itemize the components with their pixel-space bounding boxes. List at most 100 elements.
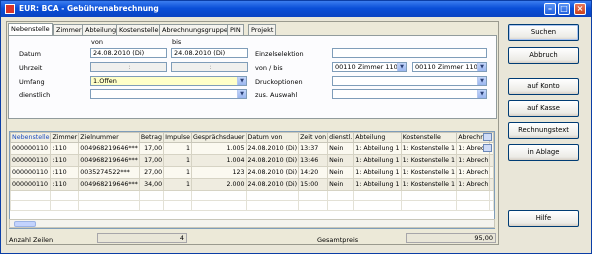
- table-row[interactable]: 000000110 :110 004968219646*** 17,00 1 1…: [10, 154, 494, 167]
- column-header[interactable]: Betrag: [138, 132, 165, 143]
- table-cell: 27,00: [138, 166, 165, 179]
- table-cell: 24.08.2010 (Di): [245, 142, 300, 155]
- abbruch-button[interactable]: Abbruch: [508, 47, 579, 64]
- table-cell: 1: Kostenstelle 1: [400, 166, 458, 179]
- table-cell: 13:37: [298, 142, 329, 155]
- table-cell: 17,00: [138, 154, 165, 167]
- dienstlich-select[interactable]: ▼: [90, 89, 247, 99]
- table-cell: 34,00: [138, 178, 165, 191]
- umfang-select[interactable]: 1.Offen ▼: [90, 76, 247, 86]
- rechnungstext-button[interactable]: Rechnungstext: [508, 122, 579, 139]
- tab-zimmer[interactable]: Zimmer: [53, 24, 85, 35]
- dropdown-arrow-icon[interactable]: ▼: [477, 77, 486, 85]
- table-cell: 1: Kostenstelle 1: [400, 154, 458, 167]
- gesamtpreis-value: 95,00: [406, 233, 496, 243]
- close-icon[interactable]: ×: [574, 3, 586, 15]
- tab-kostenstelle[interactable]: Kostenstelle: [116, 24, 162, 35]
- table-cell: 1: [163, 142, 192, 155]
- column-header[interactable]: Datum von: [245, 132, 300, 143]
- column-header[interactable]: Gesprächsdauer: [191, 132, 247, 143]
- auf-kasse-button[interactable]: auf Kasse: [508, 100, 579, 117]
- grid-filter-icon[interactable]: [483, 144, 492, 152]
- table-cell: 1.004: [191, 154, 247, 167]
- dropdown-arrow-icon[interactable]: ▼: [237, 77, 246, 85]
- column-header[interactable]: Abteilung: [353, 132, 402, 143]
- druckoptionen-label: Druckoptionen: [255, 78, 303, 86]
- vonbis-label: von / bis: [255, 64, 283, 72]
- column-header[interactable]: Zeit von: [298, 132, 329, 143]
- table-cell: 1: Abteilung 1: [353, 166, 402, 179]
- table-cell: 000000110: [10, 154, 52, 167]
- column-header[interactable]: Impulse: [163, 132, 192, 143]
- table-cell: :110: [50, 154, 80, 167]
- table-cell-empty: [489, 166, 494, 179]
- table-cell: 24.08.2010 (Di): [245, 154, 300, 167]
- table-cell: Nein: [327, 154, 355, 167]
- application-window: EUR: BCA - Gebührenabrechnung – □ × Nebe…: [0, 0, 592, 254]
- table-row[interactable]: 000000110 :110 0035274522*** 27,00 1 123…: [10, 166, 494, 179]
- table-cell: :110: [50, 166, 80, 179]
- table-cell: 1: [163, 178, 192, 191]
- suchen-button[interactable]: Suchen: [508, 24, 579, 41]
- title-bar[interactable]: EUR: BCA - Gebührenabrechnung – □ ×: [1, 1, 591, 17]
- table-cell: 004968219646***: [78, 142, 140, 155]
- table-cell: :110: [50, 178, 80, 191]
- auf-konto-button[interactable]: auf Konto: [508, 78, 579, 95]
- datum-von-field[interactable]: 24.08.2010 (Di): [90, 48, 167, 58]
- uhrzeit-von-field[interactable]: :: [90, 62, 167, 72]
- dienstlich-label: dienstlich: [19, 91, 51, 99]
- tab-abteilung[interactable]: Abteilung: [82, 24, 120, 35]
- vonbis-von-select[interactable]: 00110 Zimmer 110 ▼: [332, 62, 407, 72]
- table-cell: 1: Abrech: [456, 154, 491, 167]
- results-grid[interactable]: Nebenstelle Zimmer Zielnummer Betrag Imp…: [9, 131, 495, 229]
- horizontal-scrollbar[interactable]: [9, 219, 495, 228]
- minimize-icon[interactable]: –: [544, 3, 556, 15]
- table-cell-empty: [489, 154, 494, 167]
- scrollbar-thumb[interactable]: [14, 221, 36, 227]
- zus-auswahl-select[interactable]: ▼: [332, 89, 487, 99]
- column-header[interactable]: dienstl.: [327, 132, 355, 143]
- table-row[interactable]: 000000110 :110 004968219646*** 34,00 1 2…: [10, 178, 494, 191]
- column-header[interactable]: Zielnummer: [78, 132, 140, 143]
- tab-abrechnungsgruppe[interactable]: Abrechnungsgruppe: [159, 24, 231, 35]
- table-cell: 1: Abrech: [456, 166, 491, 179]
- einzelselektion-label: Einzelselektion: [255, 50, 304, 58]
- druckoptionen-select[interactable]: ▼: [332, 76, 487, 86]
- table-row[interactable]: 000000110 :110 004968219646*** 17,00 1 1…: [10, 142, 494, 155]
- uhrzeit-bis-field[interactable]: :: [171, 62, 248, 72]
- table-cell: 1: Kostenstelle 1: [400, 142, 458, 155]
- tab-nebenstelle[interactable]: Nebenstelle: [8, 23, 53, 35]
- in-ablage-button[interactable]: in Ablage: [508, 144, 579, 161]
- column-header[interactable]: Kostenstelle: [400, 132, 458, 143]
- table-cell: 123: [191, 166, 247, 179]
- table-cell: 000000110: [10, 178, 52, 191]
- datum-bis-field[interactable]: 24.08.2010 (Di): [171, 48, 248, 58]
- app-icon: [5, 4, 15, 14]
- table-cell: 1: Abteilung 1: [353, 142, 402, 155]
- hilfe-button[interactable]: Hilfe: [508, 210, 579, 227]
- table-cell: 15:00: [298, 178, 329, 191]
- dropdown-arrow-icon[interactable]: ▼: [397, 63, 406, 71]
- column-header[interactable]: Zimmer: [50, 132, 80, 143]
- table-cell: 17,00: [138, 142, 165, 155]
- table-cell: 2.000: [191, 178, 247, 191]
- table-cell: Nein: [327, 166, 355, 179]
- dropdown-arrow-icon[interactable]: ▼: [477, 63, 486, 71]
- tab-pin[interactable]: PIN: [227, 24, 244, 35]
- column-header[interactable]: Nebenstelle: [10, 132, 52, 143]
- table-cell: 1: [163, 154, 192, 167]
- table-cell: 1: Kostenstelle 1: [400, 178, 458, 191]
- maximize-icon[interactable]: □: [558, 3, 570, 15]
- dropdown-arrow-icon[interactable]: ▼: [477, 90, 486, 98]
- tab-projekt[interactable]: Projekt: [248, 24, 277, 35]
- vonbis-von-value: 00110 Zimmer 110: [335, 63, 398, 71]
- gesamtpreis-label: Gesamtpreis: [317, 236, 359, 244]
- einzelselektion-field[interactable]: [332, 48, 487, 58]
- dropdown-arrow-icon[interactable]: ▼: [237, 90, 246, 98]
- zus-auswahl-label: zus. Auswahl: [255, 91, 298, 99]
- vonbis-bis-select[interactable]: 00110 Zimmer 110 ▼: [412, 62, 487, 72]
- grid-settings-icon[interactable]: [483, 133, 492, 141]
- table-cell: Nein: [327, 142, 355, 155]
- table-cell: 1: [163, 166, 192, 179]
- von-column-label: von: [91, 38, 103, 46]
